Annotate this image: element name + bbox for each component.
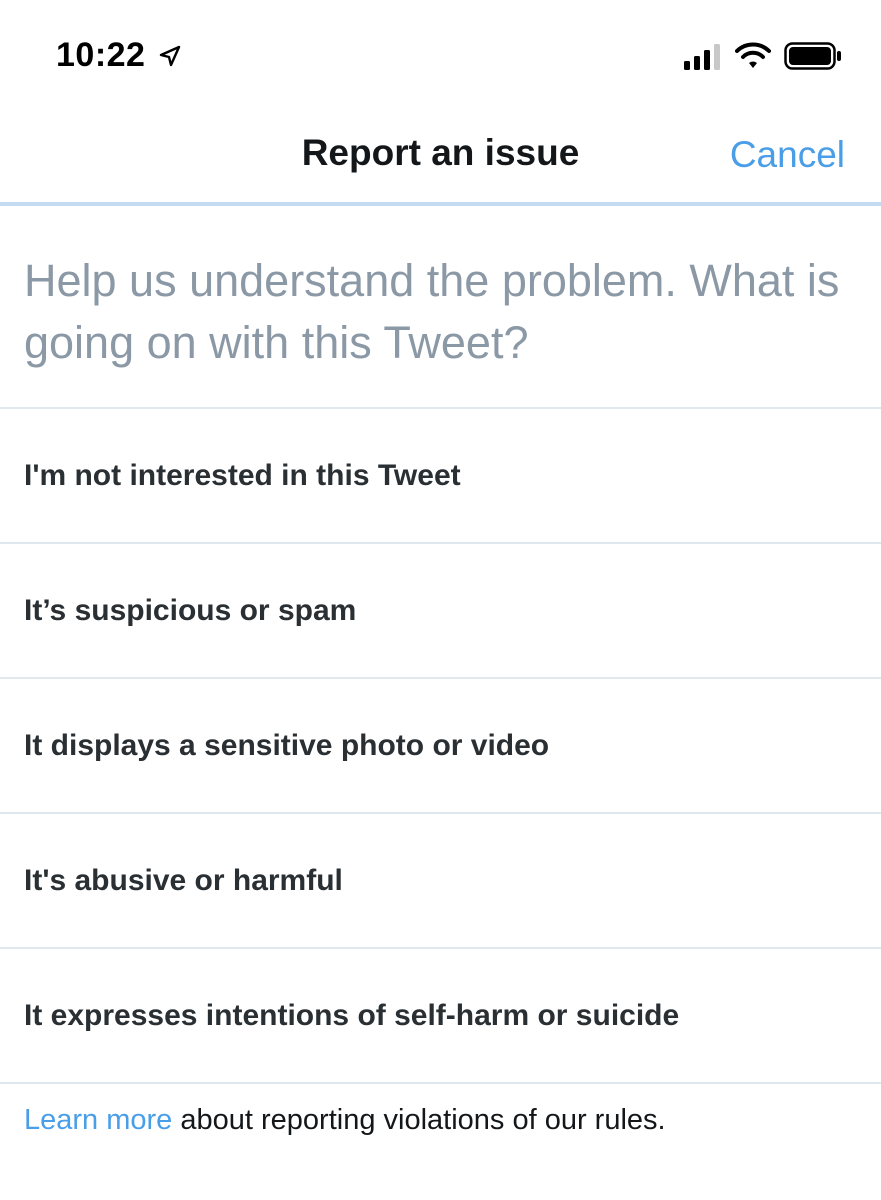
report-option-self-harm[interactable]: It expresses intentions of self-harm or … bbox=[0, 949, 881, 1084]
report-option-sensitive-media[interactable]: It displays a sensitive photo or video bbox=[0, 679, 881, 814]
status-bar: 10:22 bbox=[0, 0, 881, 110]
report-option-not-interested[interactable]: I'm not interested in this Tweet bbox=[0, 409, 881, 544]
report-options-list: I'm not interested in this Tweet It’s su… bbox=[0, 407, 881, 1084]
report-prompt: Help us understand the problem. What is … bbox=[24, 255, 840, 368]
location-arrow-icon bbox=[159, 45, 181, 67]
report-option-abusive[interactable]: It's abusive or harmful bbox=[0, 814, 881, 949]
wifi-icon bbox=[735, 42, 771, 68]
footer-note: Learn more about reporting violations of… bbox=[24, 1104, 666, 1137]
footer-text: about reporting violations of our rules. bbox=[172, 1104, 666, 1136]
status-time: 10:22 bbox=[56, 36, 146, 74]
cellular-signal-icon bbox=[684, 44, 720, 70]
learn-more-link[interactable]: Learn more bbox=[24, 1104, 172, 1136]
header-divider bbox=[0, 202, 881, 206]
report-option-spam[interactable]: It’s suspicious or spam bbox=[0, 544, 881, 679]
battery-icon bbox=[784, 42, 841, 70]
cancel-button[interactable]: Cancel bbox=[730, 134, 845, 176]
